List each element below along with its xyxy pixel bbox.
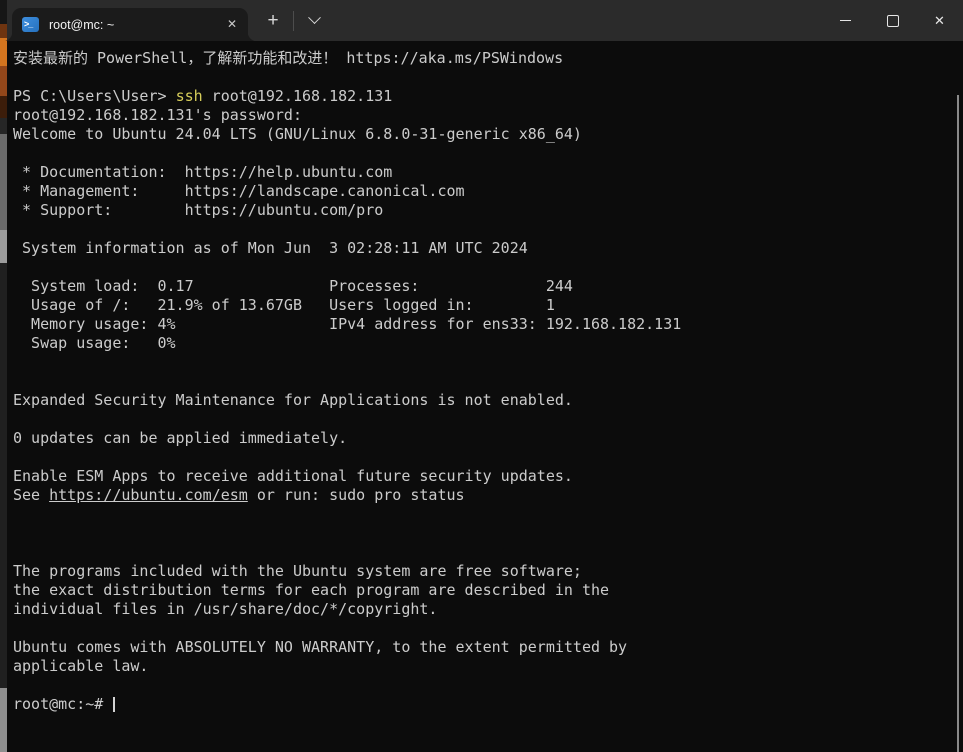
terminal-window: >_ root@mc: ~ ✕ + ✕ 安装最新的 PowerShell，了解新… xyxy=(7,0,963,752)
terminal-line: Expanded Security Maintenance for Applic… xyxy=(13,391,963,410)
maximize-icon xyxy=(887,15,899,27)
terminal-line: Welcome to Ubuntu 24.04 LTS (GNU/Linux 6… xyxy=(13,125,963,144)
terminal-text: root@192.168.182.131's password: xyxy=(13,106,302,124)
terminal-line xyxy=(13,524,963,543)
maximize-button[interactable] xyxy=(869,0,916,41)
close-icon: ✕ xyxy=(934,0,945,41)
terminal-link[interactable]: https://ubuntu.com/esm xyxy=(49,486,248,504)
terminal-line: System load: 0.17 Processes: 244 xyxy=(13,277,963,296)
terminal-line xyxy=(13,353,963,372)
scrollbar[interactable] xyxy=(957,95,959,752)
terminal-line: root@mc:~# xyxy=(13,695,963,714)
terminal-line xyxy=(13,372,963,391)
terminal-line xyxy=(13,448,963,467)
terminal-text: or run: sudo pro status xyxy=(248,486,465,504)
tab-bar-divider xyxy=(293,11,294,31)
terminal-line: Usage of /: 21.9% of 13.67GB Users logge… xyxy=(13,296,963,315)
terminal-line xyxy=(13,144,963,163)
terminal-text: * Support: https://ubuntu.com/pro xyxy=(13,201,383,219)
terminal-line: 0 updates can be applied immediately. xyxy=(13,429,963,448)
terminal-text: Memory usage: 4% IPv4 address for ens33:… xyxy=(13,315,681,333)
minimize-button[interactable] xyxy=(822,0,869,41)
terminal-text: PS C:\Users\User> xyxy=(13,87,176,105)
terminal-line: Ubuntu comes with ABSOLUTELY NO WARRANTY… xyxy=(13,638,963,657)
terminal-text: Expanded Security Maintenance for Applic… xyxy=(13,391,573,409)
terminal-line xyxy=(13,68,963,87)
terminal-line: * Support: https://ubuntu.com/pro xyxy=(13,201,963,220)
chevron-down-icon xyxy=(308,11,321,24)
terminal-text: applicable law. xyxy=(13,657,148,675)
terminal-line: * Management: https://landscape.canonica… xyxy=(13,182,963,201)
terminal-text: System information as of Mon Jun 3 02:28… xyxy=(13,239,528,257)
terminal-text: the exact distribution terms for each pr… xyxy=(13,581,609,599)
titlebar: >_ root@mc: ~ ✕ + ✕ xyxy=(7,0,963,41)
terminal-line xyxy=(13,258,963,277)
terminal-line: Memory usage: 4% IPv4 address for ens33:… xyxy=(13,315,963,334)
terminal-line: System information as of Mon Jun 3 02:28… xyxy=(13,239,963,258)
background-window-edge xyxy=(0,0,7,752)
terminal-text: 安装最新的 PowerShell，了解新功能和改进！ https://aka.m… xyxy=(13,49,563,67)
terminal-text: Swap usage: 0% xyxy=(13,334,176,352)
command-text: ssh xyxy=(176,87,203,105)
terminal-line xyxy=(13,676,963,695)
terminal-text: Enable ESM Apps to receive additional fu… xyxy=(13,467,573,485)
terminal-line: See https://ubuntu.com/esm or run: sudo … xyxy=(13,486,963,505)
terminal-line: the exact distribution terms for each pr… xyxy=(13,581,963,600)
minimize-icon xyxy=(840,20,851,21)
terminal-text: Welcome to Ubuntu 24.04 LTS (GNU/Linux 6… xyxy=(13,125,582,143)
terminal-line: applicable law. xyxy=(13,657,963,676)
terminal-text: See xyxy=(13,486,49,504)
terminal-line: root@192.168.182.131's password: xyxy=(13,106,963,125)
terminal-line: Enable ESM Apps to receive additional fu… xyxy=(13,467,963,486)
terminal-text: System load: 0.17 Processes: 244 xyxy=(13,277,573,295)
terminal-text: Usage of /: 21.9% of 13.67GB Users logge… xyxy=(13,296,555,314)
terminal-text: * Documentation: https://help.ubuntu.com xyxy=(13,163,392,181)
terminal-line: * Documentation: https://help.ubuntu.com xyxy=(13,163,963,182)
terminal-line xyxy=(13,410,963,429)
terminal-content[interactable]: 安装最新的 PowerShell，了解新功能和改进！ https://aka.m… xyxy=(7,41,963,752)
terminal-text: * Management: https://landscape.canonica… xyxy=(13,182,465,200)
terminal-text: 0 updates can be applied immediately. xyxy=(13,429,347,447)
terminal-line xyxy=(13,619,963,638)
titlebar-drag-region xyxy=(331,0,822,41)
terminal-text: The programs included with the Ubuntu sy… xyxy=(13,562,582,580)
terminal-line xyxy=(13,543,963,562)
tab-title: root@mc: ~ xyxy=(49,18,227,32)
close-button[interactable]: ✕ xyxy=(916,0,963,41)
terminal-line: individual files in /usr/share/doc/*/cop… xyxy=(13,600,963,619)
tab-close-icon[interactable]: ✕ xyxy=(227,8,237,41)
terminal-line: Swap usage: 0% xyxy=(13,334,963,353)
terminal-line: PS C:\Users\User> ssh root@192.168.182.1… xyxy=(13,87,963,106)
terminal-text: root@mc:~# xyxy=(13,695,112,713)
tab-dropdown-button[interactable] xyxy=(297,0,331,41)
terminal-line: The programs included with the Ubuntu sy… xyxy=(13,562,963,581)
terminal-text: root@192.168.182.131 xyxy=(203,87,393,105)
powershell-icon: >_ xyxy=(22,17,39,32)
new-tab-button[interactable]: + xyxy=(256,0,290,41)
terminal-cursor xyxy=(113,697,115,712)
tab-active[interactable]: >_ root@mc: ~ ✕ xyxy=(12,8,248,41)
terminal-line xyxy=(13,505,963,524)
terminal-text: Ubuntu comes with ABSOLUTELY NO WARRANTY… xyxy=(13,638,627,656)
terminal-line: 安装最新的 PowerShell，了解新功能和改进！ https://aka.m… xyxy=(13,49,963,68)
terminal-line xyxy=(13,220,963,239)
terminal-text: individual files in /usr/share/doc/*/cop… xyxy=(13,600,437,618)
